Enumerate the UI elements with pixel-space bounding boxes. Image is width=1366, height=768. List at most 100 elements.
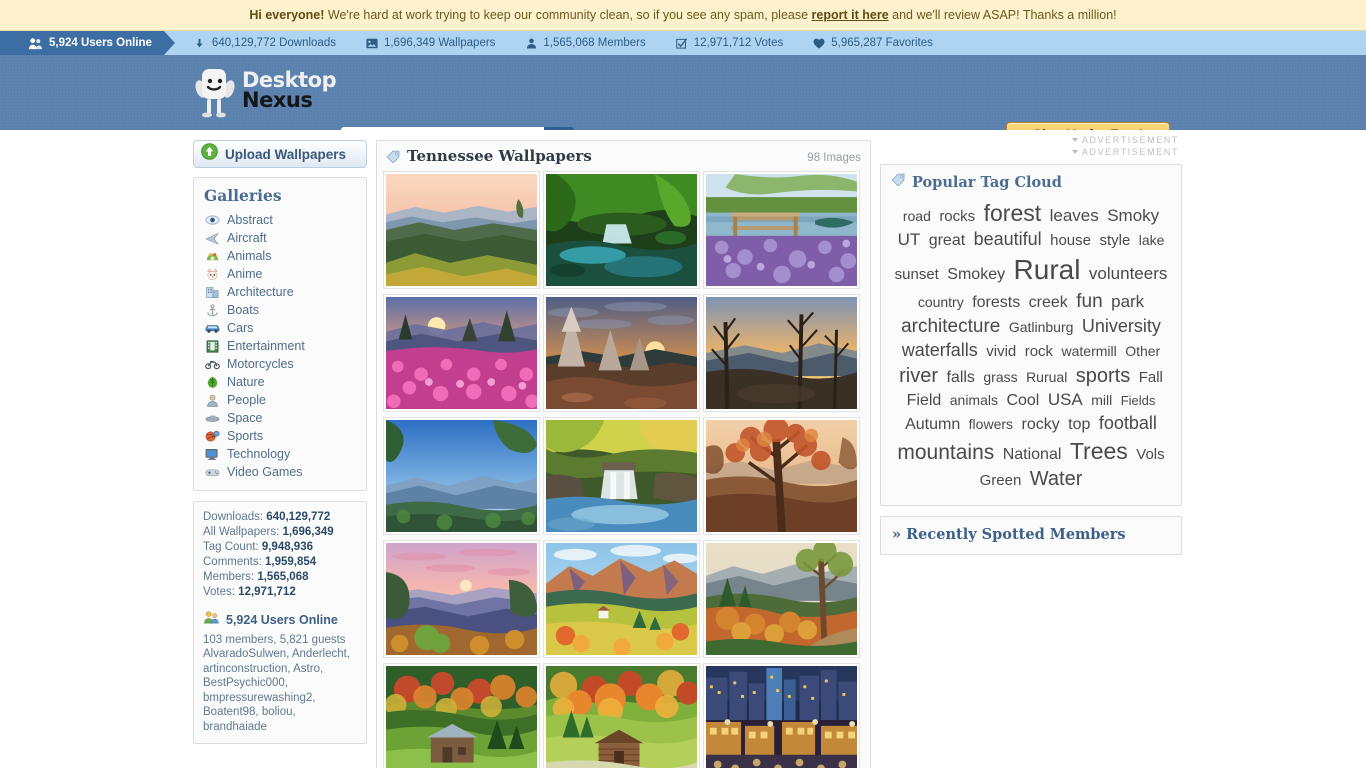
tag-fields[interactable]: Fields	[1121, 392, 1156, 409]
tag-fall[interactable]: Fall	[1139, 368, 1163, 388]
tag-vols[interactable]: Vols	[1136, 445, 1164, 465]
tag-forest[interactable]: forest	[984, 198, 1042, 228]
tag-rurual[interactable]: Rurual	[1026, 368, 1067, 386]
thumbnail-gatlinburg-street-night[interactable]	[703, 663, 860, 768]
sidebar-item-people[interactable]: People	[203, 391, 357, 409]
tag-national[interactable]: National	[1003, 444, 1062, 465]
sidebar-item-motorcycles[interactable]: Motorcycles	[203, 355, 357, 373]
tag-architecture[interactable]: architecture	[901, 314, 1000, 339]
tag-mill[interactable]: mill	[1091, 391, 1112, 409]
tag-vivid[interactable]: vivid	[986, 342, 1016, 362]
tag-trees[interactable]: Trees	[1070, 436, 1128, 466]
thumbnail-blue-sky-mountain-vista[interactable]	[383, 417, 540, 535]
sidebar-item-entertainment[interactable]: Entertainment	[203, 337, 357, 355]
tag-green[interactable]: Green	[980, 471, 1022, 491]
sidebar-item-space[interactable]: Space	[203, 409, 357, 427]
recently-spotted-members-panel[interactable]: » Recently Spotted Members	[880, 515, 1182, 555]
tag-beautiful[interactable]: beautiful	[974, 228, 1042, 252]
tag-cool[interactable]: Cool	[1006, 390, 1039, 411]
thumbnail-cades-cove-autumn-valley[interactable]	[543, 540, 700, 658]
tag-mountains[interactable]: mountains	[897, 439, 994, 467]
stat-members[interactable]: 1,565,068 Members	[513, 31, 657, 55]
users-online-badge[interactable]: 5,924 Users Online	[0, 31, 175, 55]
tag-style[interactable]: style	[1099, 231, 1130, 251]
thumbnail-frosted-pines-sunset[interactable]	[543, 294, 700, 412]
tag-rock[interactable]: rock	[1025, 342, 1053, 362]
tag-waterfalls[interactable]: waterfalls	[902, 339, 978, 363]
tag-smokey[interactable]: Smokey	[947, 264, 1005, 285]
sidebar-item-aircraft[interactable]: Aircraft	[203, 229, 357, 247]
tag-rocks[interactable]: rocks	[939, 207, 975, 227]
tag-smoky[interactable]: Smoky	[1107, 205, 1159, 227]
site-statistics-panel: Downloads: 640,129,772 All Wallpapers: 1…	[193, 501, 367, 744]
tag-sports[interactable]: sports	[1076, 363, 1130, 389]
tag-sunset[interactable]: sunset	[895, 265, 939, 285]
report-spam-link[interactable]: report it here	[812, 8, 889, 22]
tag-fun[interactable]: fun	[1076, 289, 1102, 314]
thumbnail-lone-tree-autumn-mist[interactable]	[703, 417, 860, 535]
sidebar-item-animals[interactable]: Animals	[203, 247, 357, 265]
tag-great[interactable]: great	[929, 230, 965, 251]
tag-gatlinburg[interactable]: Gatlinburg	[1009, 318, 1074, 336]
tag-top[interactable]: top	[1068, 414, 1090, 435]
stat-wallpapers-label: 1,696,349 Wallpapers	[383, 37, 496, 49]
tag-university[interactable]: University	[1082, 315, 1161, 339]
stat-row-comments: Comments: 1,959,854	[203, 555, 357, 570]
tag-flowers[interactable]: flowers	[969, 415, 1013, 433]
stat-row-value: 9,948,936	[261, 541, 313, 553]
tag-house[interactable]: house	[1050, 231, 1091, 251]
sidebar-label-boats: Boats	[227, 303, 259, 317]
tag-usa[interactable]: USA	[1048, 389, 1083, 411]
sidebar-item-nature[interactable]: Nature	[203, 373, 357, 391]
tag-lake[interactable]: lake	[1139, 231, 1165, 249]
tag-autumn[interactable]: Autumn	[905, 414, 960, 435]
tag-park[interactable]: park	[1111, 291, 1144, 313]
thumbnail-log-cabin-autumn-meadow[interactable]	[543, 663, 700, 768]
stat-wallpapers[interactable]: 1,696,349 Wallpapers	[354, 31, 507, 55]
tag-other[interactable]: Other	[1125, 342, 1160, 360]
sidebar-item-technology[interactable]: Technology	[203, 445, 357, 463]
tag-watermill[interactable]: watermill	[1062, 342, 1117, 360]
tag-falls[interactable]: falls	[946, 367, 974, 388]
stat-favorites[interactable]: 5,965,287 Favorites	[801, 31, 945, 55]
thumbnail-smoky-mountain-trail-painting[interactable]	[703, 540, 860, 658]
tag-creek[interactable]: creek	[1029, 292, 1068, 313]
tag-river[interactable]: river	[899, 363, 938, 389]
thumbnail-blue-ridge-autumn-overlook[interactable]	[383, 171, 540, 289]
thumbnail-bare-trees-golden-sunset[interactable]	[703, 294, 860, 412]
tag-ut[interactable]: UT	[898, 229, 921, 251]
announcement-bold: Hi everyone!	[249, 8, 325, 22]
tag-country[interactable]: country	[918, 293, 964, 311]
sidebar-item-sports[interactable]: Sports	[203, 427, 357, 445]
sidebar-item-video-games[interactable]: Video Games	[203, 463, 357, 481]
thumbnail-pastel-sunset-ridge[interactable]	[383, 540, 540, 658]
stat-row-label: Downloads:	[203, 511, 264, 523]
thumbnail-autumn-waterfall-cascade[interactable]	[543, 417, 700, 535]
sidebar-item-abstract[interactable]: Abstract	[203, 211, 357, 229]
sidebar-label-video-games: Video Games	[227, 465, 303, 479]
sidebar-item-boats[interactable]: Boats	[203, 301, 357, 319]
thumbnail-pink-wildflower-sunset[interactable]	[383, 294, 540, 412]
tag-field[interactable]: Field	[907, 390, 942, 411]
tag-water[interactable]: Water	[1030, 466, 1083, 492]
sidebar-item-anime[interactable]: Anime	[203, 265, 357, 283]
tag-rural[interactable]: Rural	[1014, 252, 1081, 289]
upload-wallpapers-button[interactable]: Upload Wallpapers	[193, 140, 367, 168]
tag-rocky[interactable]: rocky	[1021, 414, 1059, 435]
thumbnail-green-forest-waterfall[interactable]	[543, 171, 700, 289]
tag-volunteers[interactable]: volunteers	[1089, 263, 1167, 285]
tag-animals[interactable]: animals	[950, 391, 998, 409]
stat-downloads[interactable]: 640,129,772 Downloads	[182, 31, 348, 55]
site-logo[interactable]: Desktop Nexus	[193, 63, 337, 119]
tag-forests[interactable]: forests	[972, 292, 1020, 313]
tag-leaves[interactable]: leaves	[1050, 205, 1099, 227]
sidebar-item-cars[interactable]: Cars	[203, 319, 357, 337]
thumbnail-hillside-barn-autumn[interactable]	[383, 663, 540, 768]
sidebar-item-architecture[interactable]: Architecture	[203, 283, 357, 301]
tag-road[interactable]: road	[903, 207, 931, 225]
thumbnail-bench-canoe-lakeside[interactable]	[703, 171, 860, 289]
animal-icon	[205, 249, 220, 263]
tag-grass[interactable]: grass	[983, 368, 1017, 386]
tag-football[interactable]: football	[1099, 412, 1157, 436]
stat-votes[interactable]: 12,971,712 Votes	[664, 31, 796, 55]
